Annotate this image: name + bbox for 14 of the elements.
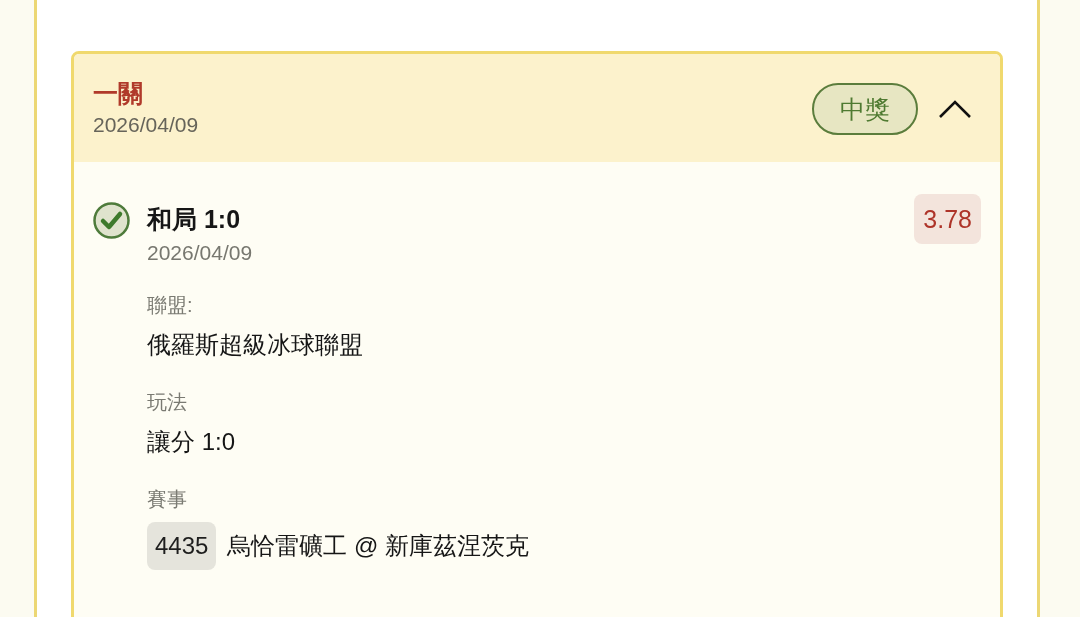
field-label: 玩法 xyxy=(147,390,188,415)
selection-title: 和局 1:0 xyxy=(147,204,242,235)
status-badge: 中獎 xyxy=(812,83,918,135)
card-date: 2026/04/09 xyxy=(93,112,199,138)
field-label: 賽事 xyxy=(147,487,188,512)
selection-date: 2026/04/09 xyxy=(147,240,253,266)
odds-value: 3.78 xyxy=(914,194,981,244)
match-id: 4435 xyxy=(147,522,217,570)
field-value: 烏恰雷礦工 @ 新庫茲涅茨克 xyxy=(227,531,530,561)
field-label: 聯盟: xyxy=(147,293,194,318)
field-value: 俄羅斯超級冰球聯盟 xyxy=(147,330,364,360)
field-value: 讓分 1:0 xyxy=(147,427,237,457)
card-title: 一關 xyxy=(93,78,144,109)
chevron-up-icon xyxy=(938,99,972,119)
